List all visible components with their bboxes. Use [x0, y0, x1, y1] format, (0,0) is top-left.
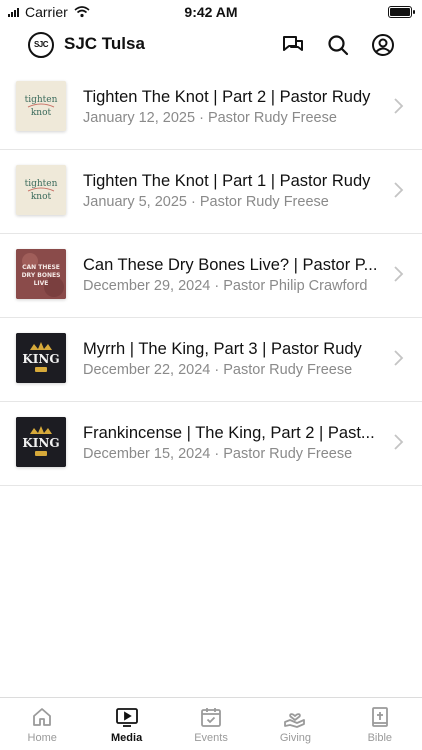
media-item[interactable]: KING Myrrh | The King, Part 3 | Pastor R…	[0, 318, 422, 402]
svg-text:KING: KING	[22, 436, 59, 450]
bible-icon	[371, 707, 388, 727]
tab-events[interactable]: Events	[169, 698, 253, 750]
sermon-thumbnail: KING	[16, 417, 66, 467]
giving-icon	[284, 713, 306, 728]
events-icon	[201, 708, 221, 727]
media-subtitle: January 12, 2025 · Pastor Rudy Freese	[83, 110, 337, 126]
media-title: Tighten The Knot | Part 1 | Pastor Rudy	[83, 172, 371, 190]
status-time: 9:42 AM	[184, 4, 238, 20]
media-subtitle: December 29, 2024 · Pastor Philip Crawfo…	[83, 278, 368, 294]
status-bar: Carrier 9:42 AM	[0, 0, 422, 24]
tab-label: Home	[27, 732, 57, 744]
media-subtitle: January 5, 2025 · Pastor Rudy Freese	[83, 194, 329, 210]
tab-giving[interactable]: Giving	[253, 698, 337, 750]
sermon-thumbnail: tighten knot	[16, 165, 66, 215]
media-item[interactable]: tighten knot Tighten The Knot | Part 1 |…	[0, 150, 422, 234]
media-title: Myrrh | The King, Part 3 | Pastor Rudy	[83, 340, 362, 358]
chevron-right-icon	[394, 434, 404, 450]
svg-text:DRY BONES: DRY BONES	[22, 272, 61, 279]
svg-text:LIVE: LIVE	[34, 280, 49, 287]
account-icon[interactable]	[369, 31, 397, 59]
chevron-right-icon	[394, 266, 404, 282]
church-logo: SJC	[28, 32, 54, 58]
media-list: tighten knot Tighten The Knot | Part 2 |…	[0, 66, 422, 486]
sermon-thumbnail: CAN THESE DRY BONES LIVE	[16, 249, 66, 299]
tab-label: Media	[111, 732, 143, 744]
media-title: Can These Dry Bones Live? | Pastor P...	[83, 256, 378, 274]
battery-icon	[388, 6, 415, 18]
sermon-thumbnail: tighten knot	[16, 81, 66, 131]
tab-bible[interactable]: Bible	[338, 698, 422, 750]
tab-bar: Home Media Events Giving Bible	[0, 697, 422, 750]
media-item[interactable]: CAN THESE DRY BONES LIVE Can These Dry B…	[0, 234, 422, 318]
media-icon	[115, 708, 138, 727]
chevron-right-icon	[394, 350, 404, 366]
tab-label: Giving	[279, 732, 312, 744]
app-title: SJC Tulsa	[64, 34, 145, 53]
tab-label: Bible	[367, 732, 393, 744]
svg-text:CAN THESE: CAN THESE	[22, 264, 60, 271]
app-header: SJC SJC Tulsa	[0, 24, 422, 66]
tab-label: Events	[194, 732, 228, 744]
tab-home[interactable]: Home	[0, 698, 84, 750]
search-icon[interactable]	[324, 31, 352, 59]
media-title: Frankincense | The King, Part 2 | Past..…	[83, 424, 375, 442]
media-subtitle: December 15, 2024 · Pastor Rudy Freese	[83, 446, 353, 462]
tab-media[interactable]: Media	[84, 698, 168, 750]
sermon-thumbnail: KING	[16, 333, 66, 383]
svg-text:knot: knot	[31, 192, 52, 202]
messages-icon[interactable]	[279, 31, 307, 59]
media-subtitle: December 22, 2024 · Pastor Rudy Freese	[83, 362, 353, 378]
media-item[interactable]: KING Frankincense | The King, Part 2 | P…	[0, 402, 422, 486]
home-icon	[33, 708, 52, 726]
chevron-right-icon	[394, 98, 404, 114]
chevron-right-icon	[394, 182, 404, 198]
svg-text:knot: knot	[31, 108, 52, 118]
media-title: Tighten The Knot | Part 2 | Pastor Rudy	[83, 88, 371, 106]
media-item[interactable]: tighten knot Tighten The Knot | Part 2 |…	[0, 66, 422, 150]
svg-text:KING: KING	[22, 352, 59, 366]
